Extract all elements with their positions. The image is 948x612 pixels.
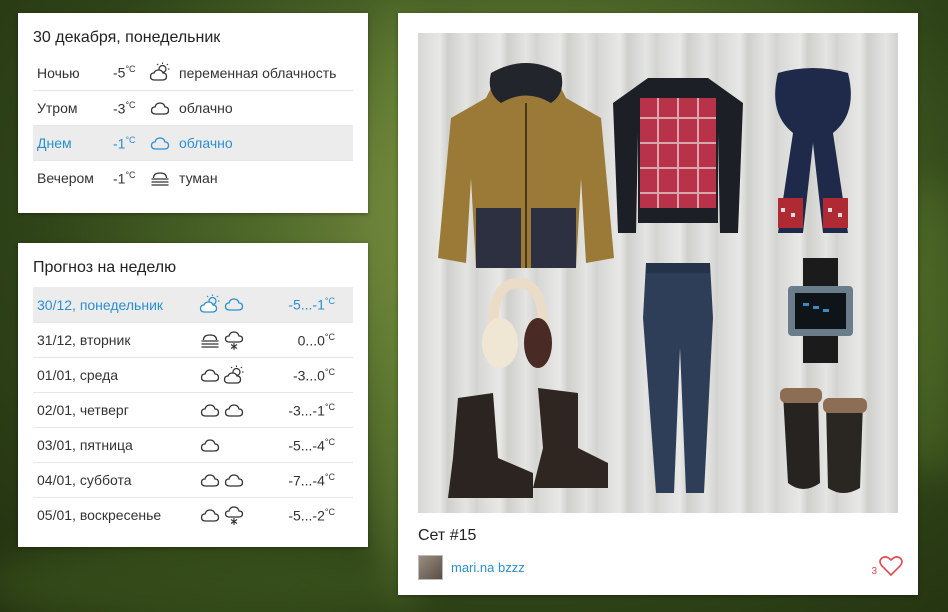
today-row[interactable]: Вечером -1°C туман [33,160,353,195]
today-title: 30 декабря, понедельник [33,29,221,46]
background-foliage [0,540,400,612]
week-day: 02/01, четверг [37,402,129,418]
cloud-icon [224,403,244,417]
weather-description: туман [179,170,218,186]
day-part: Ночью [37,64,80,81]
jeans-image [643,263,713,493]
weather-icon-wrap [149,133,179,154]
temperature-range: -7...-4°C [288,471,335,489]
today-forecast-card: 30 декабря, понедельник Ночью -5°C перемен… [18,13,368,213]
cloud-icon [200,368,220,382]
temperature-range: -5...-1°C [288,296,335,313]
author-name-link[interactable]: mari.na bzzz [451,560,525,575]
watch-image [788,258,853,363]
cloud-icon [224,298,244,311]
week-row[interactable]: 02/01, четверг -3...-1°C [33,392,353,427]
outfit-card: Сет #15 mari.na bzzz 3 [398,13,918,595]
weather-icons [199,294,259,315]
today-row[interactable]: Утром -3°C облачно [33,90,353,125]
today-rows: Ночью -5°C переменная облачность Утром -3°C о… [33,55,353,195]
cloud-icon [224,473,244,487]
temperature: -1°C [113,169,136,187]
temperature: -5°C [113,64,136,81]
week-row[interactable]: 30/12, понедельник -5...-1°C [33,287,353,322]
partly-cloudy-icon [223,365,244,384]
cloud-icon [200,508,220,522]
day-part: Днем [37,135,72,151]
week-row[interactable]: 05/01, воскресенье -5...-2°C [33,497,353,532]
today-row[interactable]: Ночью -5°C переменная облачность [33,55,353,90]
weather-icon-wrap [149,98,179,119]
week-day: 31/12, вторник [37,332,131,348]
author[interactable]: mari.na bzzz [418,555,898,580]
weather-icons [199,470,259,491]
week-row[interactable]: 31/12, вторник 0...0°C [33,322,353,357]
cloud-icon [200,403,220,417]
day-part: Утром [37,100,78,116]
week-day: 05/01, воскресенье [37,507,162,523]
weather-description: переменная облачность [179,64,337,81]
week-row[interactable]: 03/01, пятница -5...-4°C [33,427,353,462]
cloud-icon [200,473,220,487]
weather-description: облачно [179,135,233,151]
set-title[interactable]: Сет #15 [418,527,898,545]
week-title: Прогноз на неделю [33,259,177,276]
snow-cloud-icon [224,505,244,525]
day-part: Вечером [37,170,94,186]
temperature-range: -5...-4°C [288,436,335,454]
fog-icon [201,333,219,348]
temperature: -3°C [113,99,136,117]
weather-icons [199,505,259,526]
week-day: 04/01, суббота [37,472,132,488]
partly-cloudy-icon [149,62,170,81]
week-row[interactable]: 01/01, среда -3...0°C [33,357,353,392]
heart-icon[interactable] [879,555,903,577]
week-day: 03/01, пятница [37,437,133,453]
boots-image [448,388,608,498]
weather-description: облачно [179,100,233,116]
weather-icon-wrap [149,168,179,189]
temperature-range: -3...0°C [292,366,335,384]
sweater-image [613,78,743,233]
weather-icons [199,330,259,351]
cloud-icon [150,101,170,115]
weather-icons [199,365,259,386]
temperature-range: 0...0°C [297,331,335,349]
week-forecast-card: Прогноз на неделю 30/12, понедельник -5..… [18,243,368,547]
weather-icon-wrap [149,62,179,83]
week-day: 30/12, понедельник [37,296,164,313]
fog-icon [151,171,169,186]
avatar[interactable] [418,555,443,580]
like-button[interactable]: 3 [871,555,903,577]
temperature-range: -5...-2°C [288,506,335,524]
cloud-icon [200,438,220,452]
snow-cloud-icon [224,330,244,350]
weather-icons [199,435,259,456]
like-count: 3 [871,566,877,577]
mittens-image [780,388,867,493]
week-row[interactable]: 04/01, суббота -7...-4°C [33,462,353,497]
temperature: -1°C [113,134,136,152]
partly-cloudy-icon [199,294,220,313]
scarf-image [775,68,851,233]
temperature-range: -3...-1°C [288,401,335,419]
outfit-photo[interactable] [418,33,898,513]
today-row[interactable]: Днем -1°C облачно [33,125,353,160]
cloud-icon [150,136,170,150]
weather-icons [199,400,259,421]
earmuffs-image [482,278,552,368]
parka-image [438,63,614,268]
week-day: 01/01, среда [37,367,119,383]
week-rows: 30/12, понедельник -5...-1°C 31/12, вторни… [33,287,353,532]
